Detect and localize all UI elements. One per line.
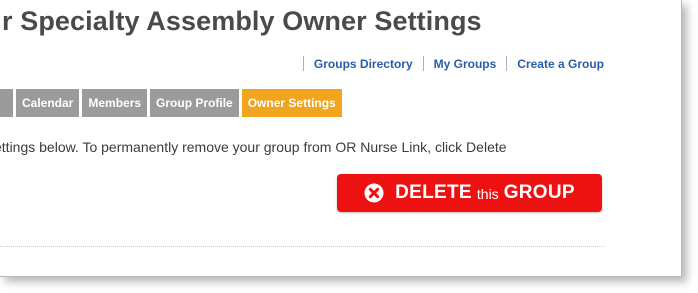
tab-group-profile[interactable]: Group Profile (150, 89, 239, 117)
link-separator (506, 56, 508, 71)
this-label: this (476, 186, 499, 202)
group-top-links: Groups Directory My Groups Create a Grou… (293, 56, 604, 71)
delete-label: DELETE (395, 182, 472, 203)
delete-group-button[interactable]: DELETE this GROUP (337, 174, 602, 212)
section-divider (0, 246, 604, 247)
page-title: r Specialty Assembly Owner Settings (2, 6, 482, 36)
my-groups-link[interactable]: My Groups (434, 57, 497, 71)
link-separator (422, 56, 424, 71)
tab-cutoff[interactable] (0, 89, 13, 117)
owner-settings-panel: r Specialty Assembly Owner Settings Grou… (0, 0, 682, 277)
link-separator (302, 56, 304, 71)
close-circle-icon (364, 183, 384, 203)
screenshot-stage: r Specialty Assembly Owner Settings Grou… (0, 0, 698, 293)
settings-instructions: ettings below. To permanently remove you… (0, 139, 507, 155)
groups-directory-link[interactable]: Groups Directory (314, 57, 413, 71)
group-label: GROUP (503, 182, 575, 203)
create-group-link[interactable]: Create a Group (517, 57, 604, 71)
tab-calendar[interactable]: Calendar (16, 89, 80, 117)
tab-members[interactable]: Members (82, 89, 148, 117)
group-tabs: Calendar Members Group Profile Owner Set… (0, 89, 345, 117)
tab-owner-settings[interactable]: Owner Settings (241, 89, 342, 117)
